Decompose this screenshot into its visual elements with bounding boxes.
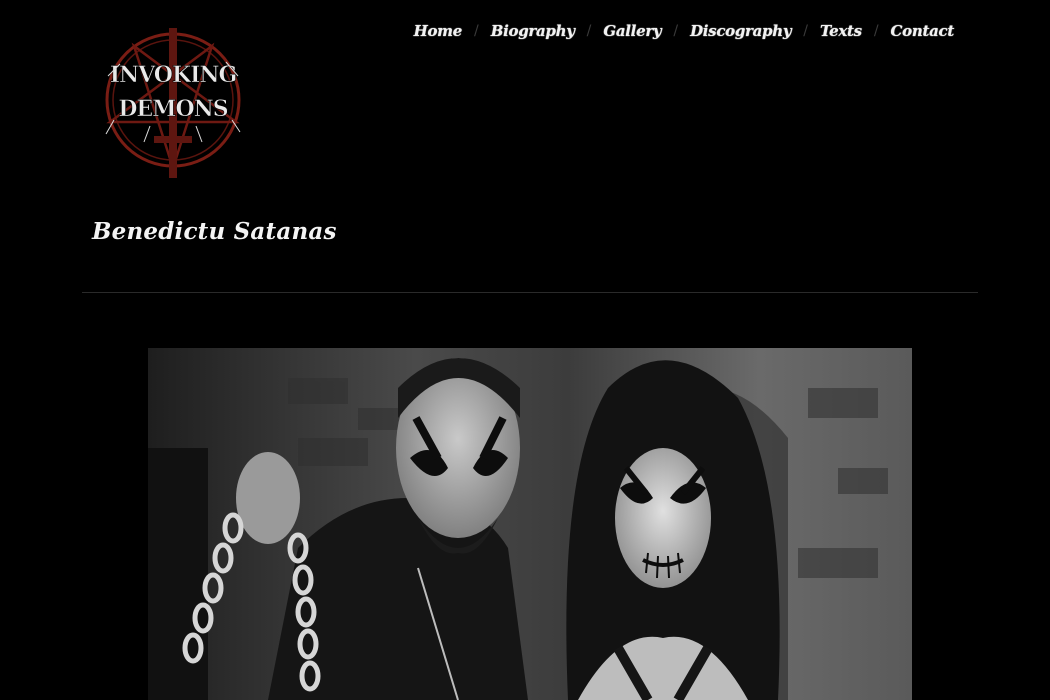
main-nav: Home / Biography / Gallery / Discography… (414, 22, 955, 40)
logo-text-line1: INVOKING (110, 62, 237, 88)
nav-contact[interactable]: Contact (891, 22, 955, 40)
divider (82, 292, 978, 293)
band-photo[interactable] (148, 348, 912, 700)
nav-separator: / (873, 23, 879, 39)
band-photo-image (148, 348, 912, 700)
nav-discography[interactable]: Discography (690, 22, 792, 40)
nav-separator: / (673, 23, 679, 39)
pentagram-logo-icon: INVOKING DEMONS (105, 28, 241, 178)
band-logo[interactable]: INVOKING DEMONS (98, 18, 248, 188)
nav-texts[interactable]: Texts (820, 22, 862, 40)
nav-gallery[interactable]: Gallery (603, 22, 661, 40)
nav-separator: / (803, 23, 808, 39)
nav-biography[interactable]: Biography (491, 22, 575, 40)
page: INVOKING DEMONS Home / Biography / Galle… (0, 0, 1050, 700)
nav-separator: / (474, 23, 479, 39)
page-title: Benedictu Satanas (92, 218, 337, 245)
nav-home[interactable]: Home (414, 22, 463, 40)
nav-separator: / (586, 23, 592, 39)
logo-text-line2: DEMONS (118, 96, 227, 122)
